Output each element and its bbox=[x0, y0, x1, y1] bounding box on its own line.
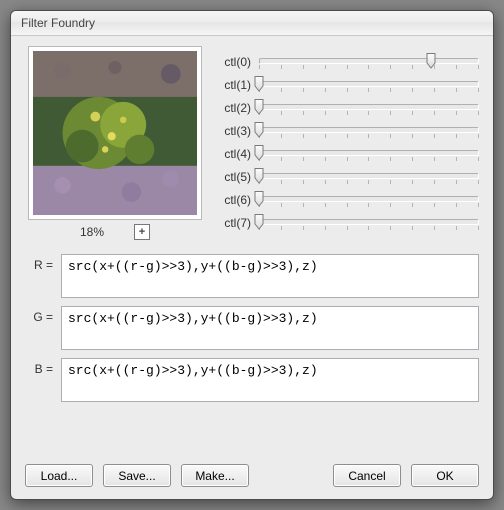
slider-row-ctl2: ctl(2) bbox=[215, 96, 479, 119]
slider-ctl4[interactable] bbox=[259, 143, 479, 165]
slider-row-ctl4: ctl(4) bbox=[215, 142, 479, 165]
slider-label: ctl(0) bbox=[215, 55, 251, 69]
formula-r-label: R = bbox=[25, 254, 53, 272]
slider-row-ctl3: ctl(3) bbox=[215, 119, 479, 142]
slider-row-ctl7: ctl(7) bbox=[215, 211, 479, 234]
slider-thumb[interactable] bbox=[255, 191, 264, 207]
formula-b-input[interactable]: src(x+((r-g)>>3),y+((b-g)>>3),z) bbox=[61, 358, 479, 402]
slider-ctl1[interactable] bbox=[259, 74, 479, 96]
window-title: Filter Foundry bbox=[11, 11, 493, 36]
slider-thumb[interactable] bbox=[255, 214, 264, 230]
zoom-in-icon[interactable]: + bbox=[134, 224, 150, 240]
slider-row-ctl1: ctl(1) bbox=[215, 73, 479, 96]
slider-label: ctl(4) bbox=[215, 147, 251, 161]
slider-label: ctl(2) bbox=[215, 101, 251, 115]
slider-ctl7[interactable] bbox=[259, 212, 479, 234]
dialog-window: Filter Foundry bbox=[10, 10, 494, 500]
button-row: Load... Save... Make... Cancel OK bbox=[25, 456, 479, 487]
formula-g-input[interactable]: src(x+((r-g)>>3),y+((b-g)>>3),z) bbox=[61, 306, 479, 350]
zoom-label: 18% bbox=[80, 225, 104, 239]
slider-row-ctl0: ctl(0) bbox=[215, 50, 479, 73]
cancel-button[interactable]: Cancel bbox=[333, 464, 401, 487]
client-area: 18% + ctl(0)ctl(1)ctl(2)ctl(3)ctl(4)ctl(… bbox=[11, 36, 493, 499]
load-button[interactable]: Load... bbox=[25, 464, 93, 487]
slider-thumb[interactable] bbox=[255, 76, 264, 92]
slider-row-ctl6: ctl(6) bbox=[215, 188, 479, 211]
slider-row-ctl5: ctl(5) bbox=[215, 165, 479, 188]
slider-ctl6[interactable] bbox=[259, 189, 479, 211]
slider-thumb[interactable] bbox=[426, 53, 435, 69]
slider-label: ctl(6) bbox=[215, 193, 251, 207]
slider-ctl3[interactable] bbox=[259, 120, 479, 142]
make-button[interactable]: Make... bbox=[181, 464, 249, 487]
slider-thumb[interactable] bbox=[255, 168, 264, 184]
slider-thumb[interactable] bbox=[255, 99, 264, 115]
formula-r-input[interactable]: src(x+((r-g)>>3),y+((b-g)>>3),z) bbox=[61, 254, 479, 298]
slider-ctl0[interactable] bbox=[259, 51, 479, 73]
preview-image bbox=[28, 46, 202, 220]
slider-thumb[interactable] bbox=[255, 145, 264, 161]
slider-label: ctl(1) bbox=[215, 78, 251, 92]
slider-ctl2[interactable] bbox=[259, 97, 479, 119]
slider-thumb[interactable] bbox=[255, 122, 264, 138]
sliders-panel: ctl(0) ctl(1) ctl(2) ctl(3) ctl(4) ctl(5) ctl(… bbox=[215, 46, 479, 240]
save-button[interactable]: Save... bbox=[103, 464, 171, 487]
slider-label: ctl(5) bbox=[215, 170, 251, 184]
formula-g-label: G = bbox=[25, 306, 53, 324]
formula-b-label: B = bbox=[25, 358, 53, 376]
slider-label: ctl(7) bbox=[215, 216, 251, 230]
ok-button[interactable]: OK bbox=[411, 464, 479, 487]
slider-label: ctl(3) bbox=[215, 124, 251, 138]
slider-ctl5[interactable] bbox=[259, 166, 479, 188]
